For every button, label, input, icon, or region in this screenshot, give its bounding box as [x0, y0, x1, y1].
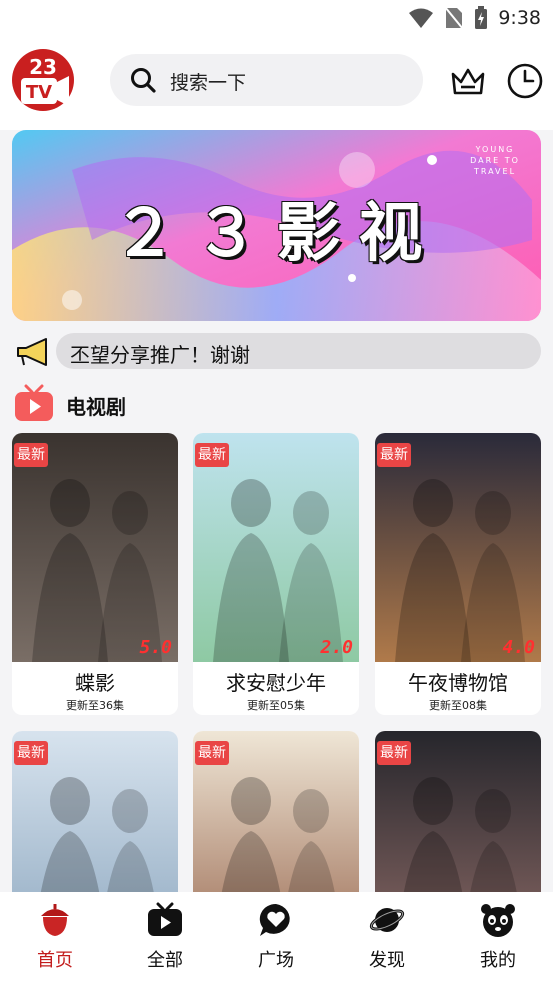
- poster-image: [375, 433, 541, 662]
- section-title: 电视剧: [66, 395, 126, 419]
- logo-tv: TV: [26, 82, 52, 103]
- banner-title: ２３影视: [112, 196, 441, 271]
- new-badge: 最新: [195, 443, 229, 467]
- tab-home[interactable]: 首页: [0, 892, 110, 983]
- drama-title: 蝶影: [75, 671, 115, 695]
- battery-charging-icon: [475, 6, 488, 29]
- rating-score: 4.0: [502, 637, 535, 658]
- promo-banner[interactable]: ２３影视 YOUNG DARE TO TRAVEL: [12, 130, 541, 321]
- wifi-icon: [409, 8, 434, 28]
- heart-bubble-icon: [259, 903, 290, 936]
- announcement-pill: 丕望分享推广！谢谢: [56, 333, 541, 369]
- tab-label-mine: 我的: [480, 950, 516, 971]
- megaphone-icon: [17, 338, 47, 366]
- tab-label-plaza: 广场: [258, 950, 294, 971]
- tab-label-home: 首页: [37, 950, 73, 971]
- tv-icon: [15, 384, 53, 421]
- banner-tagline: YOUNG DARE TO TRAVEL: [470, 145, 520, 176]
- drama-card[interactable]: 最新 5.0 蝶影更新至36集: [12, 433, 178, 715]
- no-sim-icon: [444, 6, 465, 30]
- drama-title: 午夜博物馆: [408, 671, 508, 695]
- tab-plaza[interactable]: 广场: [221, 892, 331, 983]
- drama-card[interactable]: 最新 4.0 午夜博物馆更新至08集: [375, 433, 541, 715]
- panda-icon: [481, 904, 515, 937]
- episode-status: 更新至36集: [66, 699, 124, 712]
- new-badge: 最新: [377, 741, 411, 765]
- crown-icon[interactable]: [449, 62, 487, 100]
- episode-status: 更新至08集: [429, 699, 487, 712]
- tab-label-all: 全部: [147, 950, 183, 971]
- tab-discover[interactable]: 发现: [332, 892, 442, 983]
- tv-play-icon: [148, 902, 182, 936]
- new-badge: 最新: [14, 443, 48, 467]
- search-placeholder: 搜索一下: [170, 72, 247, 94]
- history-clock-icon[interactable]: [506, 62, 544, 100]
- rating-score: 5.0: [139, 637, 172, 658]
- new-badge: 最新: [377, 443, 411, 467]
- search-input[interactable]: 搜索一下: [110, 54, 423, 106]
- poster-image: [12, 433, 178, 662]
- status-time: 9:38: [498, 7, 541, 29]
- new-badge: 最新: [195, 741, 229, 765]
- poster-image: [193, 433, 359, 662]
- tab-mine[interactable]: 我的: [443, 892, 553, 983]
- app-header: 23 TV 搜索一下: [0, 38, 553, 130]
- new-badge: 最新: [14, 741, 48, 765]
- app-logo[interactable]: 23 TV: [11, 48, 75, 112]
- drama-title: 求安慰少年: [226, 671, 326, 695]
- status-bar: 9:38: [0, 0, 553, 38]
- bottom-tab-bar: 首页 全部 广场 发现 我的: [0, 892, 553, 983]
- rating-score: 2.0: [320, 637, 353, 658]
- announcement-bar[interactable]: 丕望分享推广！谢谢: [12, 332, 541, 370]
- search-icon: [131, 68, 156, 93]
- home-acorn-icon: [41, 904, 69, 936]
- tab-label-discover: 发现: [369, 950, 405, 971]
- logo-number: 23: [29, 55, 57, 79]
- planet-icon: [369, 908, 405, 932]
- tab-all[interactable]: 全部: [110, 892, 220, 983]
- announcement-text: 丕望分享推广！谢谢: [70, 343, 250, 367]
- episode-status: 更新至05集: [247, 699, 305, 712]
- drama-card[interactable]: 最新 2.0 求安慰少年更新至05集: [193, 433, 359, 715]
